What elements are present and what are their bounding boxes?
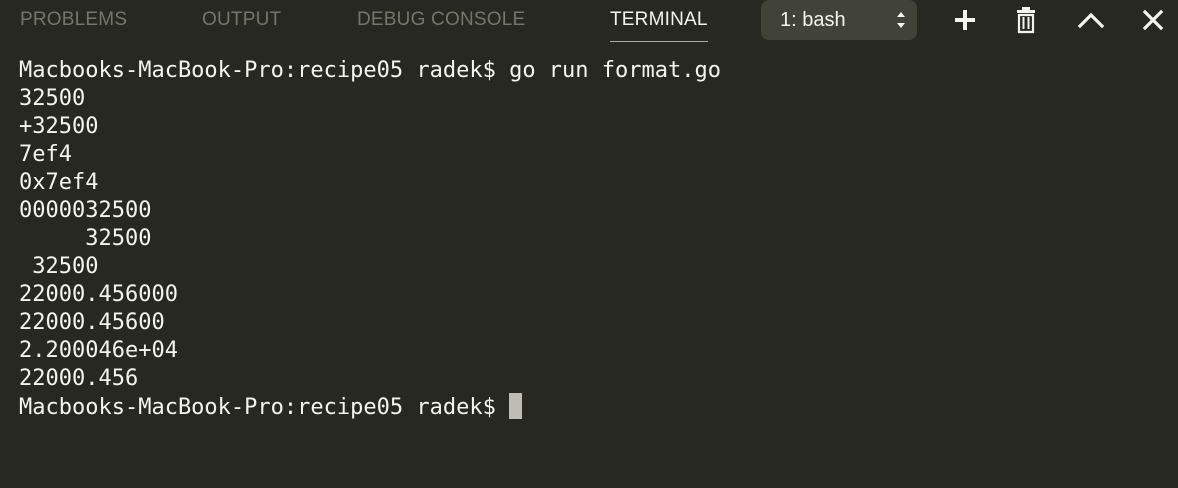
kill-terminal-button[interactable] <box>1010 4 1042 36</box>
terminal-output[interactable]: Macbooks-MacBook-Pro:recipe05 radek$ go … <box>19 57 1168 488</box>
prompt-text: Macbooks-MacBook-Pro:recipe05 radek$ <box>19 395 510 420</box>
output-line: 2.200046e+04 <box>19 338 178 363</box>
output-line: 22000.456000 <box>19 282 178 307</box>
terminal-select[interactable]: 1: bash <box>761 0 917 40</box>
output-line: 22000.456 <box>19 366 139 391</box>
new-terminal-button[interactable] <box>949 4 981 36</box>
output-line: 32500 <box>19 226 152 251</box>
output-line: 0000032500 <box>19 198 152 223</box>
close-panel-button[interactable] <box>1137 4 1169 36</box>
tab-terminal[interactable]: TERMINAL <box>610 0 708 42</box>
terminal-cursor <box>509 393 523 419</box>
tab-debug-console[interactable]: DEBUG CONSOLE <box>357 0 525 42</box>
output-line: 22000.45600 <box>19 310 165 335</box>
close-icon <box>1142 9 1164 31</box>
terminal-select-value: 1: bash <box>780 9 846 31</box>
panel-tab-bar: PROBLEMS OUTPUT DEBUG CONSOLE TERMINAL 1… <box>0 0 1178 42</box>
maximize-panel-button[interactable] <box>1075 4 1107 36</box>
select-arrows-icon <box>897 12 905 28</box>
chevron-up-icon <box>1077 12 1105 29</box>
tab-output[interactable]: OUTPUT <box>202 0 281 42</box>
command-line: Macbooks-MacBook-Pro:recipe05 radek$ go … <box>19 58 721 83</box>
output-line: 32500 <box>19 86 86 111</box>
trash-icon <box>1017 7 1035 34</box>
plus-icon <box>955 10 975 30</box>
output-line: 0x7ef4 <box>19 170 99 195</box>
output-line: 32500 <box>19 254 99 279</box>
tab-problems[interactable]: PROBLEMS <box>20 0 127 42</box>
prompt-line: Macbooks-MacBook-Pro:recipe05 radek$ <box>19 393 1168 421</box>
terminal-panel: PROBLEMS OUTPUT DEBUG CONSOLE TERMINAL 1… <box>0 0 1178 488</box>
output-line: 7ef4 <box>19 142 72 167</box>
output-line: +32500 <box>19 114 99 139</box>
